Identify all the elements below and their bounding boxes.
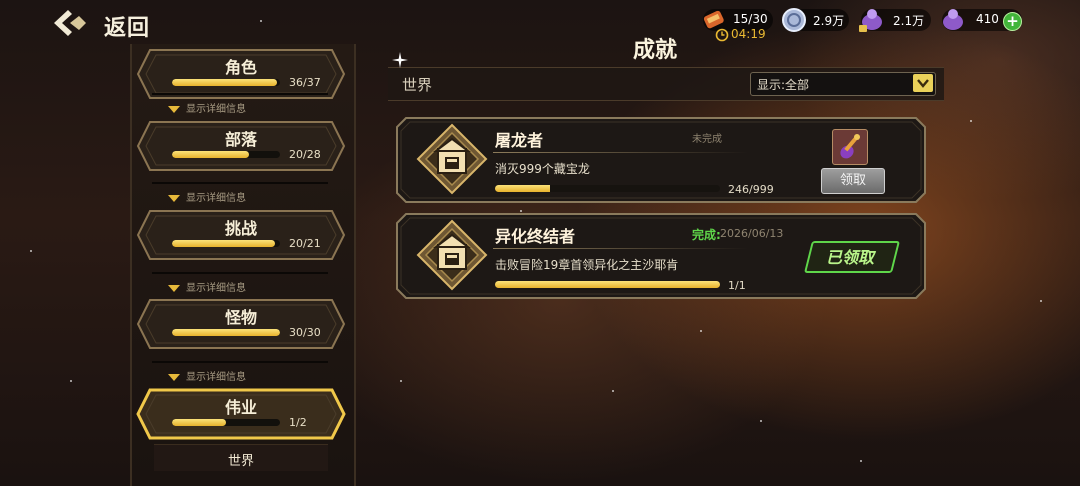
chevron-down-icon: [168, 373, 180, 381]
gem-value: 410: [976, 12, 999, 26]
chevron-down-icon: [168, 194, 180, 202]
claimed-label: 已领取: [825, 248, 874, 267]
title-underline: [493, 152, 748, 153]
category-tab[interactable]: 部落 20/28: [136, 120, 346, 172]
resource-locked-gem[interactable]: 2.1万: [859, 9, 931, 32]
achievement-emblem-icon: [416, 123, 488, 195]
reward-item[interactable]: [832, 129, 868, 165]
sparkle-icon: [392, 52, 408, 68]
achievement-status: 完成:: [692, 228, 721, 242]
category-divider: [152, 93, 328, 95]
completion-date: 2026/06/13: [720, 227, 784, 240]
sub-item-label: 世界: [228, 454, 255, 469]
page-title: 成就: [632, 38, 677, 63]
add-gem-button[interactable]: +: [1003, 12, 1022, 31]
locked-gem-value: 2.1万: [893, 14, 925, 28]
achievement-description: 击败冒险19章首领异化之主沙耶肯: [495, 258, 679, 272]
claim-button[interactable]: 领取: [821, 168, 885, 194]
category-divider: [152, 272, 328, 274]
category-tab[interactable]: 怪物 30/30: [136, 298, 346, 350]
category-progress-bar: [172, 79, 280, 86]
filter-dropdown-value: 显示:全部: [757, 78, 810, 92]
category-divider: [152, 361, 328, 363]
stamina-timer: 04:19: [731, 27, 766, 41]
back-label: 返回: [104, 16, 151, 41]
category-progress-count: 20/21: [289, 237, 321, 250]
show-details-toggle[interactable]: 显示详细信息: [168, 189, 246, 204]
show-details-label: 显示详细信息: [186, 193, 246, 204]
category-progress-bar: [172, 240, 280, 247]
achievement-status: 未完成: [692, 134, 722, 145]
category-progress-count: 36/37: [289, 76, 321, 89]
achievement-progress-bar: [495, 185, 720, 192]
category-tab[interactable]: 伟业 1/2: [136, 388, 346, 440]
silver-value: 2.9万: [813, 14, 845, 28]
category-progress-count: 30/30: [289, 326, 321, 339]
clock-icon: [715, 28, 729, 42]
achievement-card: 异化终结者击败冒险19章首领异化之主沙耶肯 1/1 完成: 2026/06/13 已领取: [396, 213, 926, 299]
category-progress-count: 20/28: [289, 148, 321, 161]
show-details-label: 显示详细信息: [186, 283, 246, 294]
stamina-value: 15/30: [733, 12, 768, 26]
chevron-down-icon: [168, 284, 180, 292]
achievement-description: 消灭999个藏宝龙: [495, 162, 590, 176]
filter-section-name: 世界: [402, 76, 433, 94]
back-arrow-icon: [54, 10, 86, 36]
achievement-emblem-icon: [416, 219, 488, 291]
show-details-label: 显示详细信息: [186, 372, 246, 383]
filter-dropdown[interactable]: 显示:全部: [750, 72, 936, 96]
show-details-label: 显示详细信息: [186, 104, 246, 115]
category-name: 部落: [224, 130, 257, 149]
category-progress-count: 1/2: [289, 416, 307, 429]
achievement-card: 屠龙者消灭999个藏宝龙 246/999 未完成领取: [396, 117, 926, 203]
achievement-progress-count: 246/999: [728, 183, 774, 196]
category-progress-bar: [172, 329, 280, 336]
category-name: 挑战: [224, 219, 257, 238]
category-name: 角色: [224, 58, 257, 77]
category-divider: [152, 182, 328, 184]
category-progress-bar: [172, 419, 280, 426]
purple-gem-bag-icon: [943, 9, 963, 30]
back-button[interactable]: 返回: [52, 6, 172, 42]
category-progress-bar: [172, 151, 280, 158]
show-details-toggle[interactable]: 显示详细信息: [168, 368, 246, 383]
achievement-title: 屠龙者: [495, 131, 544, 150]
chevron-down-icon: [168, 105, 180, 113]
sub-item-world[interactable]: 世界: [154, 444, 328, 471]
show-details-toggle[interactable]: 显示详细信息: [168, 279, 246, 294]
show-details-toggle[interactable]: 显示详细信息: [168, 100, 246, 115]
category-tab[interactable]: 挑战 20/21: [136, 209, 346, 261]
silver-coin-icon: [782, 8, 806, 32]
guitar-reward-icon: [840, 134, 860, 159]
chevron-down-icon: [913, 74, 933, 92]
achievement-title: 异化终结者: [495, 227, 576, 246]
achievement-progress-bar: [495, 281, 720, 288]
resource-silver[interactable]: 2.9万: [782, 8, 849, 32]
title-underline: [493, 248, 748, 249]
category-name: 伟业: [224, 398, 257, 417]
locked-gem-bag-icon: [859, 9, 882, 32]
category-name: 怪物: [224, 308, 257, 327]
achievement-progress-count: 1/1: [728, 279, 746, 292]
